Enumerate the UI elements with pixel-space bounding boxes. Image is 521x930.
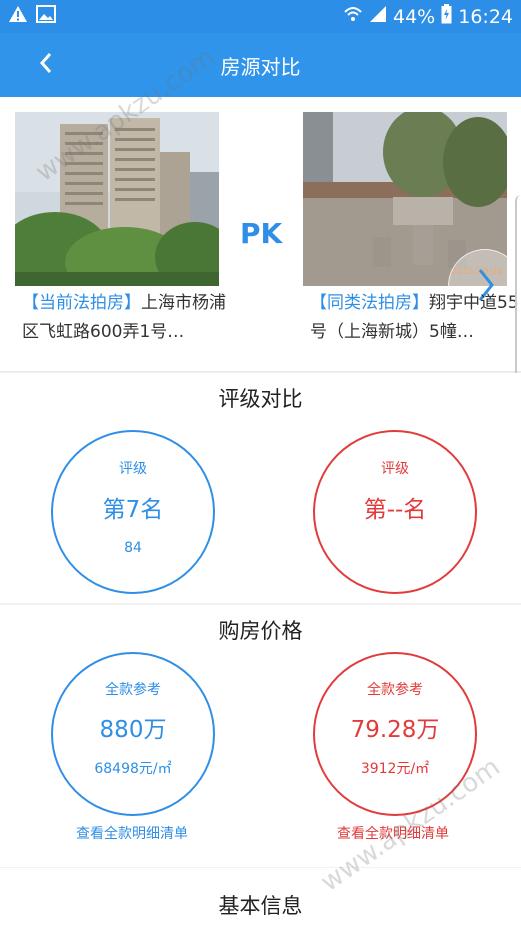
image-icon <box>36 5 56 28</box>
price-unit: 68498元/㎡ <box>94 761 172 777</box>
price-label: 全款参考 <box>105 682 161 698</box>
current-property-tag: 【当前法拍房】 <box>22 293 141 313</box>
price-unit: 3912元/㎡ <box>360 761 430 777</box>
rating-rank: 第7名 <box>102 497 164 523</box>
rating-section: 评级对比 评级 第7名 84 评级 第--名 <box>0 373 521 603</box>
price-total: 880万 <box>99 717 167 743</box>
rating-score: 84 <box>124 540 142 556</box>
rating-circle-current: 评级 第7名 84 <box>51 430 215 594</box>
nav-bar: 房源对比 <box>0 33 521 97</box>
similar-property-tag: 【同类法拍房】 <box>310 293 429 313</box>
price-section: 购房价格 全款参考 880万 68498元/㎡ 全款参考 79.28万 3912… <box>0 605 521 867</box>
rating-rank: 第--名 <box>363 497 427 523</box>
basic-info-title: 基本信息 <box>218 894 303 918</box>
pk-label: PK <box>240 217 283 250</box>
basic-info-section: 基本信息 <box>0 868 521 930</box>
battery-percent: 44% <box>393 5 436 28</box>
price-section-title: 购房价格 <box>218 619 303 643</box>
warning-icon <box>8 5 28 28</box>
status-bar: 44% 16:24 <box>0 0 521 33</box>
signal-icon <box>369 5 387 28</box>
view-full-payment-details-link[interactable]: 查看全款明细清单 <box>32 823 232 843</box>
page-title: 房源对比 <box>220 55 301 79</box>
similar-property-caption[interactable]: 【同类法拍房】翔宇中道55号（上海新城）5幢… <box>310 289 520 347</box>
price-circle-current: 全款参考 880万 68498元/㎡ <box>51 652 215 816</box>
battery-icon <box>441 4 452 29</box>
current-property-caption[interactable]: 【当前法拍房】上海市杨浦区飞虹路600弄1号… <box>22 289 232 347</box>
clock: 16:24 <box>458 5 513 28</box>
price-label: 全款参考 <box>367 682 423 698</box>
rating-circle-similar: 评级 第--名 <box>313 430 477 594</box>
rating-section-title: 评级对比 <box>218 387 303 411</box>
wifi-icon <box>343 5 363 28</box>
rating-label: 评级 <box>381 461 409 477</box>
rating-label: 评级 <box>119 461 147 477</box>
price-total: 79.28万 <box>350 717 440 743</box>
